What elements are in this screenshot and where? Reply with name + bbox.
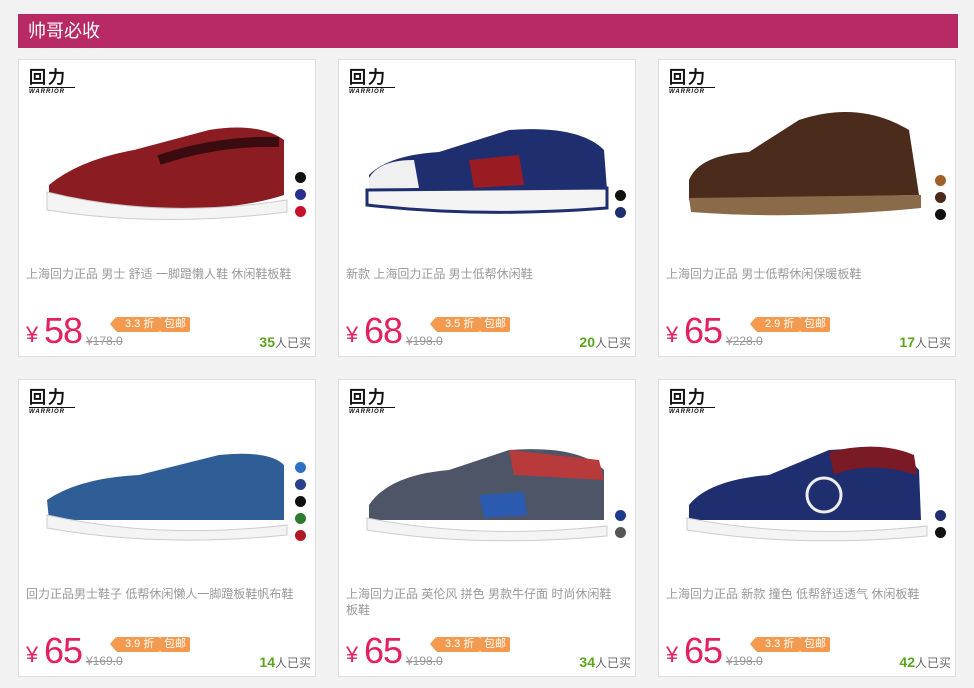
price: 65 [684,310,723,351]
price-row: ¥ 65 2.9 折 包邮 ¥228.0 17人已买 [666,310,951,354]
price-row: ¥ 68 3.5 折 包邮 ¥198.0 20人已买 [346,310,631,354]
currency: ¥ [346,322,359,347]
color-swatches [295,172,307,223]
brand-logo: 回力 WARRIOR [29,69,79,97]
free-shipping-badge: 包邮 [480,317,510,332]
brand-logo: 回力 WARRIOR [29,389,79,417]
swatch[interactable] [935,192,946,203]
discount-badge: 3.3 折 [749,637,801,652]
price-row: ¥ 65 3.3 折 包邮 ¥198.0 42人已买 [666,630,951,674]
swatch[interactable] [295,496,306,507]
product-card[interactable]: 回力 WARRIOR 上海回力正品 男士 舒适 一脚蹬懒人鞋 休闲鞋板鞋 ¥ 58… [18,59,316,357]
product-image[interactable] [359,100,609,230]
sold-count: 34人已买 [579,654,631,670]
section-header: 帅哥必收 [18,14,958,48]
currency: ¥ [346,642,359,667]
original-price: ¥198.0 [406,654,443,668]
price: 58 [44,310,83,351]
free-shipping-badge: 包邮 [800,317,830,332]
original-price: ¥198.0 [726,654,763,668]
color-swatches [935,175,947,226]
swatch[interactable] [295,206,306,217]
swatch[interactable] [935,510,946,521]
free-shipping-badge: 包邮 [800,637,830,652]
currency: ¥ [666,642,679,667]
swatch[interactable] [295,530,306,541]
price: 68 [364,310,403,351]
sold-count: 42人已买 [899,654,951,670]
currency: ¥ [666,322,679,347]
sold-count: 20人已买 [579,334,631,350]
discount-badge: 3.3 折 [429,637,481,652]
product-card[interactable]: 回力 WARRIOR 回力正品男士鞋子 低帮休闲懒人一脚蹬板鞋帆布鞋 ¥ 65 3… [18,379,316,677]
brand-logo: 回力 WARRIOR [669,69,719,97]
product-name[interactable]: 回力正品男士鞋子 低帮休闲懒人一脚蹬板鞋帆布鞋 [26,586,304,602]
product-name[interactable]: 上海回力正品 男士 舒适 一脚蹬懒人鞋 休闲鞋板鞋 [26,266,304,282]
price-row: ¥ 65 3.9 折 包邮 ¥169.0 14人已买 [26,630,311,674]
brand-logo: 回力 WARRIOR [349,69,399,97]
swatch[interactable] [295,172,306,183]
discount-badge: 2.9 折 [749,317,801,332]
brand-logo: 回力 WARRIOR [349,389,399,417]
product-card[interactable]: 回力 WARRIOR 上海回力正品 英伦风 拼色 男款牛仔面 时尚休闲鞋 板鞋 ¥… [338,379,636,677]
product-name[interactable]: 新款 上海回力正品 男士低帮休闲鞋 [346,266,624,282]
original-price: ¥198.0 [406,334,443,348]
free-shipping-badge: 包邮 [160,317,190,332]
discount-badge: 3.5 折 [429,317,481,332]
swatch[interactable] [935,527,946,538]
original-price: ¥228.0 [726,334,763,348]
discount-badge: 3.9 折 [109,637,161,652]
sold-count: 35人已买 [259,334,311,350]
product-image[interactable] [679,420,929,550]
color-swatches [615,190,627,224]
discount-badge: 3.3 折 [109,317,161,332]
original-price: ¥178.0 [86,334,123,348]
price: 65 [684,630,723,671]
price: 65 [364,630,403,671]
product-name[interactable]: 上海回力正品 英伦风 拼色 男款牛仔面 时尚休闲鞋 板鞋 [346,586,624,618]
swatch[interactable] [295,513,306,524]
swatch[interactable] [295,462,306,473]
swatch[interactable] [935,209,946,220]
price: 65 [44,630,83,671]
swatch[interactable] [935,175,946,186]
product-image[interactable] [39,100,289,230]
price-row: ¥ 58 3.3 折 包邮 ¥178.0 35人已买 [26,310,311,354]
product-name[interactable]: 上海回力正品 男士低帮休闲保暖板鞋 [666,266,944,282]
product-card[interactable]: 回力 WARRIOR 上海回力正品 新款 撞色 低帮舒适透气 休闲板鞋 ¥ 65 … [658,379,956,677]
swatch[interactable] [295,189,306,200]
price-row: ¥ 65 3.3 折 包邮 ¥198.0 34人已买 [346,630,631,674]
product-card[interactable]: 回力 WARRIOR 新款 上海回力正品 男士低帮休闲鞋 ¥ 68 3.5 折 包… [338,59,636,357]
free-shipping-badge: 包邮 [160,637,190,652]
swatch[interactable] [615,190,626,201]
sold-count: 17人已买 [899,334,951,350]
currency: ¥ [26,322,39,347]
swatch[interactable] [615,510,626,521]
swatch[interactable] [295,479,306,490]
swatch[interactable] [615,207,626,218]
product-name[interactable]: 上海回力正品 新款 撞色 低帮舒适透气 休闲板鞋 [666,586,944,602]
sold-count: 14人已买 [259,654,311,670]
product-image[interactable] [359,420,609,550]
original-price: ¥169.0 [86,654,123,668]
product-card[interactable]: 回力 WARRIOR 上海回力正品 男士低帮休闲保暖板鞋 ¥ 65 2.9 折 包… [658,59,956,357]
currency: ¥ [26,642,39,667]
color-swatches [935,510,947,544]
color-swatches [295,462,307,547]
product-image[interactable] [39,420,289,550]
free-shipping-badge: 包邮 [480,637,510,652]
color-swatches [615,510,627,544]
product-image[interactable] [679,100,929,230]
brand-logo: 回力 WARRIOR [669,389,719,417]
swatch[interactable] [615,527,626,538]
section-title: 帅哥必收 [28,21,100,41]
